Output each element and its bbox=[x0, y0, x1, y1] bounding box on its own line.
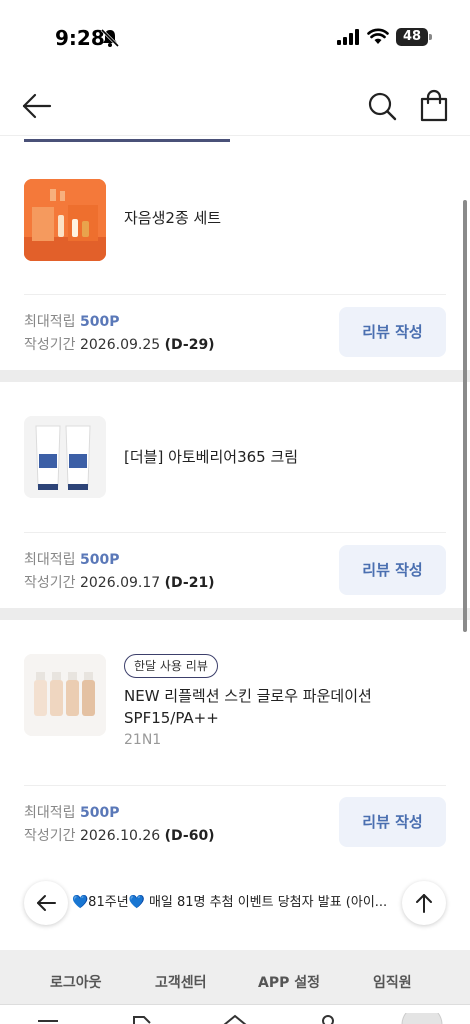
points-value: 500P bbox=[79, 805, 120, 821]
period-row: 작성기간 2026.09.25 (D-29) bbox=[24, 334, 215, 354]
period-label: 작성기간 bbox=[24, 575, 76, 591]
review-card: 자음생2종 세트 최대적립 500P 작성기간 2026.09.25 (D-29… bbox=[0, 143, 470, 369]
recent-view-icon[interactable] bbox=[400, 1013, 444, 1024]
back-arrow-icon[interactable] bbox=[18, 90, 54, 122]
profile-icon[interactable] bbox=[318, 1013, 338, 1024]
period-label: 작성기간 bbox=[24, 337, 76, 353]
product-thumbnail[interactable] bbox=[24, 654, 106, 736]
home-icon[interactable] bbox=[222, 1013, 248, 1024]
up-arrow-icon bbox=[416, 894, 432, 913]
divider bbox=[24, 785, 446, 786]
period-date: 2026.09.25 bbox=[79, 337, 161, 353]
scroll-top-button[interactable] bbox=[402, 881, 446, 925]
period-date: 2026.10.26 bbox=[79, 828, 161, 844]
points-value: 500P bbox=[79, 552, 120, 568]
section-gap bbox=[0, 608, 470, 620]
product-name[interactable]: NEW 리플렉션 스킨 글로우 파운데이션 bbox=[124, 685, 372, 707]
period-date: 2026.09.17 bbox=[79, 575, 161, 591]
write-review-button[interactable]: 리뷰 작성 bbox=[339, 545, 446, 595]
points-value: 500P bbox=[79, 314, 120, 330]
notice-text[interactable]: 💙81주년💙 매일 81명 추첨 이벤트 당첨자 발표 (아이... bbox=[72, 868, 406, 938]
battery-tip bbox=[429, 34, 432, 40]
battery-indicator: 48 bbox=[396, 28, 428, 46]
tab-indicator bbox=[24, 139, 230, 142]
points-row: 최대적립 500P bbox=[24, 311, 119, 331]
review-type-badge: 한달 사용 리뷰 bbox=[124, 654, 218, 678]
product-name[interactable]: [더블] 아토베리어365 크림 bbox=[124, 446, 298, 468]
product-thumbnail[interactable] bbox=[24, 416, 106, 498]
divider bbox=[24, 294, 446, 295]
write-review-button[interactable]: 리뷰 작성 bbox=[339, 307, 446, 357]
period-row: 작성기간 2026.10.26 (D-60) bbox=[24, 825, 215, 845]
footer: 로그아웃 고객센터 APP 설정 임직원 bbox=[0, 950, 470, 1004]
notice-bar: 💙81주년💙 매일 81명 추첨 이벤트 당첨자 발표 (아이... bbox=[0, 868, 470, 938]
review-card: 한달 사용 리뷰 NEW 리플렉션 스킨 글로우 파운데이션 SPF15/PA+… bbox=[0, 620, 470, 862]
menu-icon[interactable] bbox=[36, 1013, 60, 1024]
product-image-icon bbox=[24, 654, 106, 736]
wifi-icon bbox=[367, 28, 389, 44]
scrollbar[interactable] bbox=[463, 200, 467, 632]
points-label: 최대적립 bbox=[24, 805, 76, 821]
divider bbox=[24, 532, 446, 533]
footer-link-logout[interactable]: 로그아웃 bbox=[50, 950, 102, 1004]
dday-value: (D-60) bbox=[164, 828, 215, 844]
period-label: 작성기간 bbox=[24, 828, 76, 844]
notice-prev-button[interactable] bbox=[24, 881, 68, 925]
product-image-icon bbox=[24, 416, 106, 498]
points-label: 최대적립 bbox=[24, 552, 76, 568]
product-name-spec[interactable]: SPF15/PA++ bbox=[124, 707, 219, 729]
section-gap bbox=[0, 370, 470, 382]
footer-link-app-settings[interactable]: APP 설정 bbox=[258, 950, 320, 1004]
points-label: 최대적립 bbox=[24, 314, 76, 330]
bottom-nav bbox=[0, 1004, 470, 1024]
footer-link-customer-center[interactable]: 고객센터 bbox=[155, 950, 207, 1004]
status-bar: 9:28 48 bbox=[0, 0, 470, 76]
footer-link-employee[interactable]: 임직원 bbox=[373, 950, 412, 1004]
app-header bbox=[0, 76, 470, 136]
dday-value: (D-29) bbox=[164, 337, 215, 353]
category-icon[interactable] bbox=[130, 1013, 154, 1024]
dday-value: (D-21) bbox=[164, 575, 215, 591]
product-option: 21N1 bbox=[124, 732, 162, 748]
review-card: [더블] 아토베리어365 크림 최대적립 500P 작성기간 2026.09.… bbox=[0, 382, 470, 608]
product-name[interactable]: 자음생2종 세트 bbox=[124, 207, 221, 229]
period-row: 작성기간 2026.09.17 (D-21) bbox=[24, 572, 215, 592]
shopping-bag-icon[interactable] bbox=[418, 89, 450, 123]
bell-off-icon bbox=[100, 28, 120, 48]
product-image-icon bbox=[24, 179, 106, 261]
write-review-button[interactable]: 리뷰 작성 bbox=[339, 797, 446, 847]
points-row: 최대적립 500P bbox=[24, 549, 119, 569]
product-thumbnail[interactable] bbox=[24, 179, 106, 261]
cellular-signal-icon bbox=[337, 29, 359, 45]
status-time: 9:28 bbox=[55, 26, 105, 50]
left-arrow-icon bbox=[37, 895, 56, 911]
search-icon[interactable] bbox=[366, 90, 398, 122]
points-row: 최대적립 500P bbox=[24, 802, 119, 822]
